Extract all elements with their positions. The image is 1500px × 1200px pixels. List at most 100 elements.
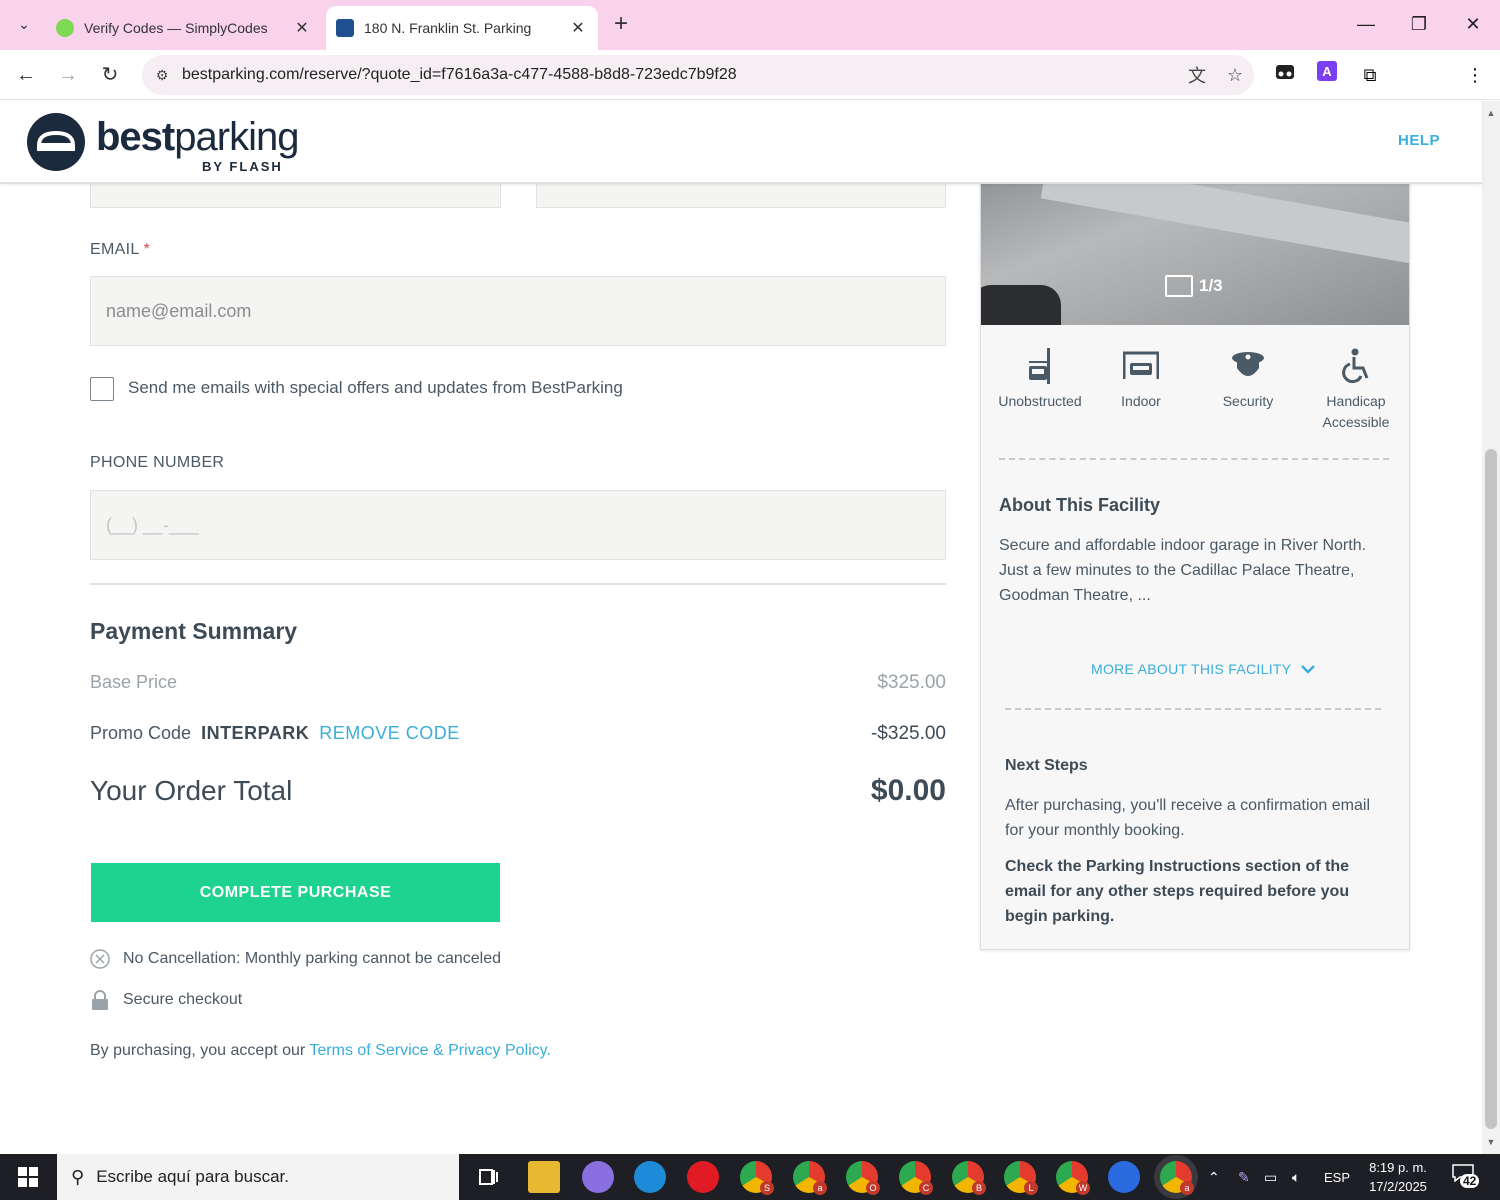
photo-counter[interactable]: 1/3	[1165, 275, 1223, 297]
vpn-app-icon[interactable]	[1108, 1161, 1140, 1193]
chrome-profile-w-icon[interactable]: W	[1056, 1161, 1090, 1195]
chrome-profile-b-icon[interactable]: B	[952, 1161, 986, 1195]
tray-feather-icon[interactable]: ✎	[1238, 1154, 1250, 1200]
section-divider	[90, 583, 946, 585]
site-header: bestparking BY FLASH HELP	[0, 101, 1482, 184]
language-indicator[interactable]: ESP	[1324, 1154, 1350, 1200]
maximize-button[interactable]: ❐	[1399, 8, 1439, 40]
close-window-button[interactable]: ✕	[1453, 8, 1493, 40]
phone-input[interactable]: (__) __-___	[90, 490, 946, 560]
url-text[interactable]: bestparking.com/reserve/?quote_id=f7616a…	[182, 66, 1178, 84]
chrome-profile-letter: W	[1076, 1181, 1090, 1195]
next-steps-title: Next Steps	[1005, 757, 1088, 774]
remove-code-link[interactable]: REMOVE CODE	[319, 723, 460, 743]
edge-browser-icon[interactable]	[634, 1161, 666, 1193]
translate-icon[interactable]: 文	[1178, 62, 1216, 88]
chrome-profile-c-icon[interactable]: C	[899, 1161, 933, 1195]
help-link[interactable]: HELP	[1398, 132, 1440, 149]
chrome-profile-letter: L	[1024, 1181, 1038, 1195]
logo-subtitle: BY FLASH	[202, 159, 283, 174]
x-circle-icon	[90, 949, 110, 969]
bookmark-star-icon[interactable]: ☆	[1216, 65, 1254, 86]
close-tab-icon[interactable]: ✕	[568, 18, 588, 38]
phone-label: PHONE NUMBER	[90, 454, 225, 471]
clock-time: 8:19 p. m.	[1369, 1160, 1427, 1175]
browser-menu-icon[interactable]: ⋮	[1461, 61, 1489, 89]
security-icon	[1200, 345, 1296, 387]
base-price-value: $325.00	[877, 672, 946, 693]
taskbar-search-placeholder: Escribe aquí para buscar.	[96, 1167, 289, 1186]
dashed-divider	[999, 458, 1389, 460]
chevron-down-icon	[1301, 661, 1316, 677]
page-scrollbar[interactable]: ▲ ▼	[1482, 101, 1500, 1154]
offers-checkbox[interactable]	[90, 377, 114, 401]
image-gallery-icon	[1165, 275, 1193, 297]
email-label: EMAIL *	[90, 241, 151, 258]
first-name-field[interactable]	[90, 184, 501, 208]
scroll-up-arrow-icon[interactable]: ▲	[1482, 105, 1500, 121]
volume-icon[interactable]: 🔈︎	[1292, 1154, 1300, 1200]
chrome-profile-s-icon[interactable]: S	[740, 1161, 774, 1195]
feather-app-icon[interactable]	[582, 1161, 614, 1193]
chrome-profile-o-icon[interactable]: O	[846, 1161, 880, 1195]
close-tab-icon[interactable]: ✕	[292, 18, 312, 38]
more-about-facility-link[interactable]: MORE ABOUT THIS FACILITY	[1091, 661, 1316, 677]
chrome-profile-a-icon[interactable]: a	[793, 1161, 827, 1195]
chrome-profile-letter: B	[972, 1181, 986, 1195]
order-total-value: $0.00	[870, 774, 946, 807]
complete-purchase-button[interactable]: COMPLETE PURCHASE	[91, 863, 500, 922]
offers-checkbox-label[interactable]: Send me emails with special offers and u…	[128, 378, 623, 398]
amenity-label: Handicap Accessible	[1322, 393, 1390, 430]
facility-card: 1/3 Unobstructed Indoor Security Handica…	[980, 184, 1410, 950]
minimize-button[interactable]: —	[1346, 8, 1386, 40]
chrome-profile-letter: a	[1180, 1181, 1194, 1195]
promo-code-value: INTERPARK	[201, 723, 310, 743]
tab-bestparking[interactable]: 180 N. Franklin St. Parking ✕	[326, 6, 598, 50]
address-bar[interactable]: ⚙ bestparking.com/reserve/?quote_id=f761…	[142, 55, 1254, 95]
amenity-handicap: Handicap Accessible	[1308, 345, 1404, 433]
facility-photo[interactable]: 1/3	[981, 184, 1409, 325]
windows-start-icon[interactable]	[0, 1154, 56, 1200]
chrome-profile-l-icon[interactable]: L	[1004, 1161, 1038, 1195]
taskbar-search-input[interactable]: ⚲ Escribe aquí para buscar.	[57, 1154, 459, 1200]
last-name-field[interactable]	[536, 184, 946, 208]
new-tab-button[interactable]: +	[606, 10, 636, 40]
amenity-label: Indoor	[1121, 393, 1161, 409]
terms-link[interactable]: Terms of Service & Privacy Policy.	[309, 1042, 551, 1059]
site-info-icon[interactable]: ⚙	[142, 67, 182, 84]
bestparking-logo-text[interactable]: bestparking	[96, 115, 299, 160]
back-arrow-icon[interactable]: ←	[10, 59, 42, 91]
taskbar-clock[interactable]: 8:19 p. m. 17/2/2025	[1360, 1158, 1436, 1196]
about-facility-text: Secure and affordable indoor garage in R…	[999, 537, 1367, 604]
file-explorer-icon[interactable]	[528, 1161, 560, 1193]
next-steps-text: After purchasing, you'll receive a confi…	[1005, 797, 1370, 839]
chrome-profile-letter: S	[760, 1181, 774, 1195]
scrollbar-thumb[interactable]	[1485, 449, 1497, 1129]
task-view-icon[interactable]	[472, 1161, 504, 1193]
forward-arrow-icon[interactable]: →	[52, 59, 84, 91]
base-price-label: Base Price	[90, 672, 178, 692]
reload-icon[interactable]: ↻	[94, 59, 126, 91]
notification-center-icon[interactable]: 42	[1452, 1164, 1482, 1190]
promo-discount-value: -$325.00	[870, 723, 946, 744]
network-icon[interactable]: ▭	[1264, 1154, 1277, 1200]
bestparking-logo-icon[interactable]	[27, 113, 85, 171]
windows-taskbar: ⚲ Escribe aquí para buscar. S a O C B L …	[0, 1154, 1500, 1200]
scroll-down-arrow-icon[interactable]: ▼	[1482, 1134, 1500, 1150]
wheelchair-icon	[1308, 345, 1404, 387]
extension-a-icon[interactable]: A	[1313, 61, 1341, 89]
reading-mode-icon[interactable]	[1271, 61, 1299, 89]
chrome-active-icon[interactable]: a	[1160, 1161, 1194, 1195]
secure-checkout-notice: Secure checkout	[90, 990, 242, 1010]
tab-simplycodes[interactable]: Verify Codes — SimplyCodes ✕	[46, 6, 322, 50]
extensions-puzzle-icon[interactable]: ⧉	[1356, 61, 1384, 89]
bestparking-favicon-icon	[336, 19, 354, 37]
promo-label: Promo Code	[90, 723, 192, 743]
opera-browser-icon[interactable]	[687, 1161, 719, 1193]
payment-summary-title: Payment Summary	[90, 618, 298, 644]
email-input[interactable]: name@email.com	[90, 276, 946, 346]
tab-search-button[interactable]: ⌄	[8, 8, 40, 40]
amenity-label: Security	[1222, 393, 1274, 409]
no-cancellation-text: No Cancellation: Monthly parking cannot …	[123, 950, 502, 967]
tray-overflow-icon[interactable]: ⌃	[1208, 1154, 1220, 1200]
